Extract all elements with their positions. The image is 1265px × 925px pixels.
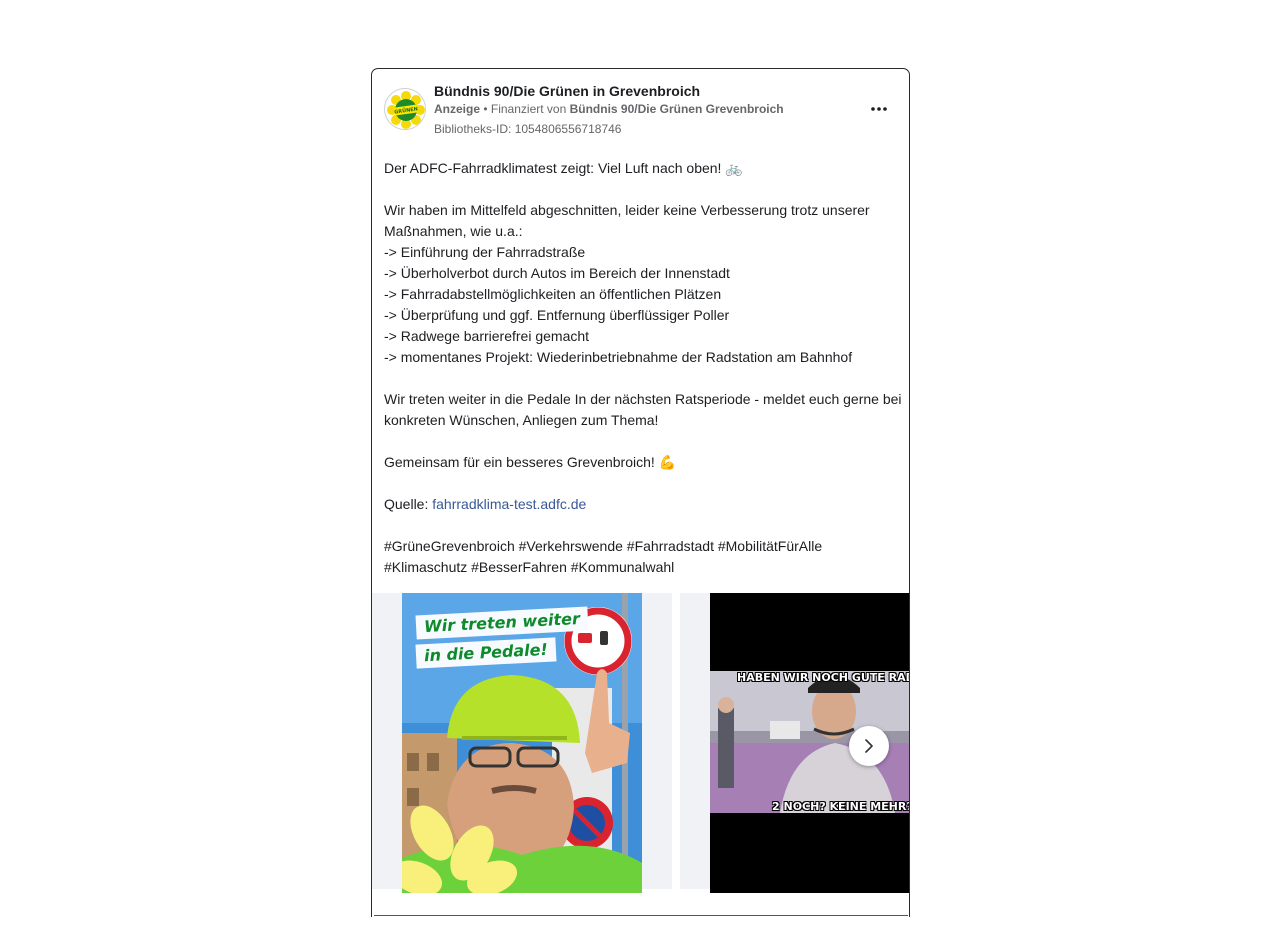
more-options-button[interactable]	[865, 95, 893, 123]
bullet-item: -> Fahrradabstellmöglichkeiten an öffent…	[384, 286, 722, 302]
bullet-item: -> Überholverbot durch Autos im Bereich …	[384, 265, 730, 281]
para2-line-1: Wir treten weiter in die Pedale In der n…	[384, 391, 902, 407]
meme-bottom-text: 2 NOCH? KEINE MEHR?	[772, 800, 910, 813]
carousel-slide-1[interactable]: Wir treten weiter in die Pedale!	[402, 593, 642, 893]
source-line: Quelle: fahrradklima-test.adfc.de	[384, 494, 904, 515]
bullet-item: -> Radwege barrierefrei gemacht	[384, 328, 590, 344]
ad-body: Der ADFC-Fahrradklimatest zeigt: Viel Lu…	[384, 158, 904, 578]
hashtags-line-2[interactable]: #Klimaschutz #BesserFahren #Kommunalwahl	[384, 557, 904, 578]
source-prefix: Quelle:	[384, 496, 433, 512]
media-carousel: Wir treten weiter in die Pedale! HABEN W…	[372, 593, 910, 893]
intro-line-2: Maßnahmen, wie u.a.:	[384, 223, 523, 239]
avatar[interactable]: GRÜNEN	[384, 88, 426, 130]
library-id: Bibliotheks-ID: 1054806556718746	[434, 122, 622, 136]
financed-by-prefix: Finanziert von	[490, 102, 570, 116]
headline: Der ADFC-Fahrradklimatest zeigt: Viel Lu…	[384, 160, 743, 176]
meme-top-text: HABEN WIR NOCH GUTE RADWE	[737, 671, 909, 684]
financed-by[interactable]: Bündnis 90/Die Grünen Grevenbroich	[570, 102, 784, 116]
bullet-item: -> Einführung der Fahrradstraße	[384, 244, 586, 260]
ad-label: Anzeige	[434, 102, 481, 116]
intro-line-1: Wir haben im Mittelfeld abgeschnitten, l…	[384, 202, 870, 218]
card-bottom-divider	[374, 915, 908, 916]
ad-card: GRÜNEN Bündnis 90/Die Grünen in Grevenbr…	[371, 68, 910, 917]
page-name[interactable]: Bündnis 90/Die Grünen in Grevenbroich	[434, 83, 700, 99]
sunflower-logo-icon: GRÜNEN	[386, 90, 425, 129]
para2-line-2: konkreten Wünschen, Anliegen zum Thema!	[384, 412, 659, 428]
carousel-next-button[interactable]	[849, 726, 889, 766]
hashtags-line-1[interactable]: #GrüneGrevenbroich #Verkehrswende #Fahrr…	[384, 536, 904, 557]
source-link[interactable]: fahrradklima-test.adfc.de	[432, 496, 586, 512]
bullet-item: -> Überprüfung und ggf. Entfernung überf…	[384, 307, 730, 323]
bullet-item: -> momentanes Projekt: Wiederinbetriebna…	[384, 349, 853, 365]
ad-header: GRÜNEN Bündnis 90/Die Grünen in Grevenbr…	[384, 83, 899, 143]
sponsor-line: Anzeige • Finanziert von Bündnis 90/Die …	[434, 102, 784, 116]
separator: •	[480, 102, 491, 116]
chevron-right-icon	[865, 739, 873, 753]
closing-line: Gemeinsam für ein besseres Grevenbroich!…	[384, 454, 677, 470]
more-horizontal-icon	[871, 107, 887, 111]
